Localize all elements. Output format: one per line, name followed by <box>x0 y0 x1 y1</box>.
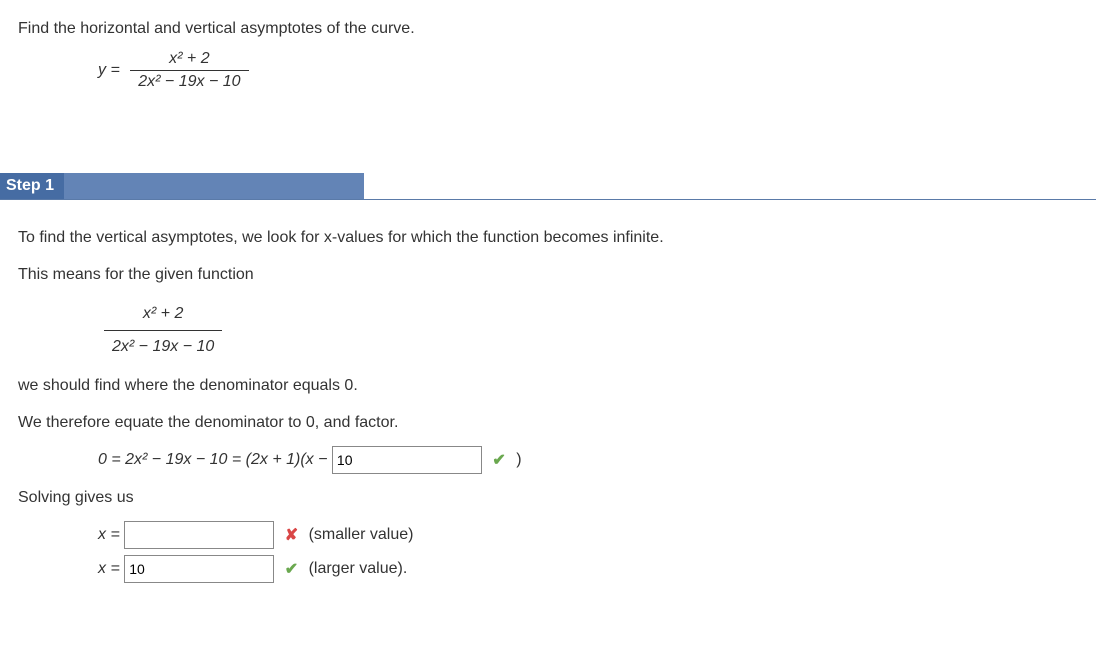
step-frac-num: x² + 2 <box>143 305 183 322</box>
step-header: Step 1 <box>0 173 1096 200</box>
question-equation: y = x² + 2 2x² − 19x − 10 <box>98 48 1078 93</box>
larger-value-input[interactable] <box>124 555 274 583</box>
larger-hint: (larger value). <box>309 561 408 578</box>
step-line1: To find the vertical asymptotes, we look… <box>18 224 1078 251</box>
equation-lhs: y = <box>98 62 120 79</box>
check-icon: ✔ <box>492 452 505 469</box>
check-icon: ✔ <box>285 561 298 578</box>
step-line4: We therefore equate the denominator to 0… <box>18 409 1078 436</box>
solve-label-1: x = <box>98 527 120 544</box>
question-denominator: 2x² − 19x − 10 <box>138 73 240 90</box>
step-label: Step 1 <box>0 173 68 199</box>
solve-label-2: x = <box>98 561 120 578</box>
question-fraction: x² + 2 2x² − 19x − 10 <box>130 48 248 93</box>
step-line3: we should find where the denominator equ… <box>18 372 1078 399</box>
step-body: To find the vertical asymptotes, we look… <box>0 200 1096 609</box>
step-frac-den: 2x² − 19x − 10 <box>112 338 214 355</box>
step-highlight <box>64 173 364 199</box>
solve-row-smaller: x = ✘ (smaller value) <box>98 521 1078 549</box>
step-line2: This means for the given function <box>18 261 1078 288</box>
factor-equation-close: ) <box>516 451 521 468</box>
factor-equation-lead: 0 = 2x² − 19x − 10 = (2x + 1)(x − <box>98 451 332 468</box>
smaller-value-input[interactable] <box>124 521 274 549</box>
step-fraction: x² + 2 2x² − 19x − 10 <box>104 298 222 361</box>
step-line5: Solving gives us <box>18 484 1078 511</box>
question-prompt: Find the horizontal and vertical asympto… <box>18 20 1078 38</box>
smaller-hint: (smaller value) <box>309 527 414 544</box>
factor-input[interactable] <box>332 446 482 474</box>
question-numerator: x² + 2 <box>169 50 209 67</box>
factor-equation: 0 = 2x² − 19x − 10 = (2x + 1)(x − ✔ ) <box>98 446 1078 474</box>
x-icon: ✘ <box>285 527 298 544</box>
solve-row-larger: x = ✔ (larger value). <box>98 555 1078 583</box>
step-fraction-block: x² + 2 2x² − 19x − 10 <box>98 298 1078 361</box>
